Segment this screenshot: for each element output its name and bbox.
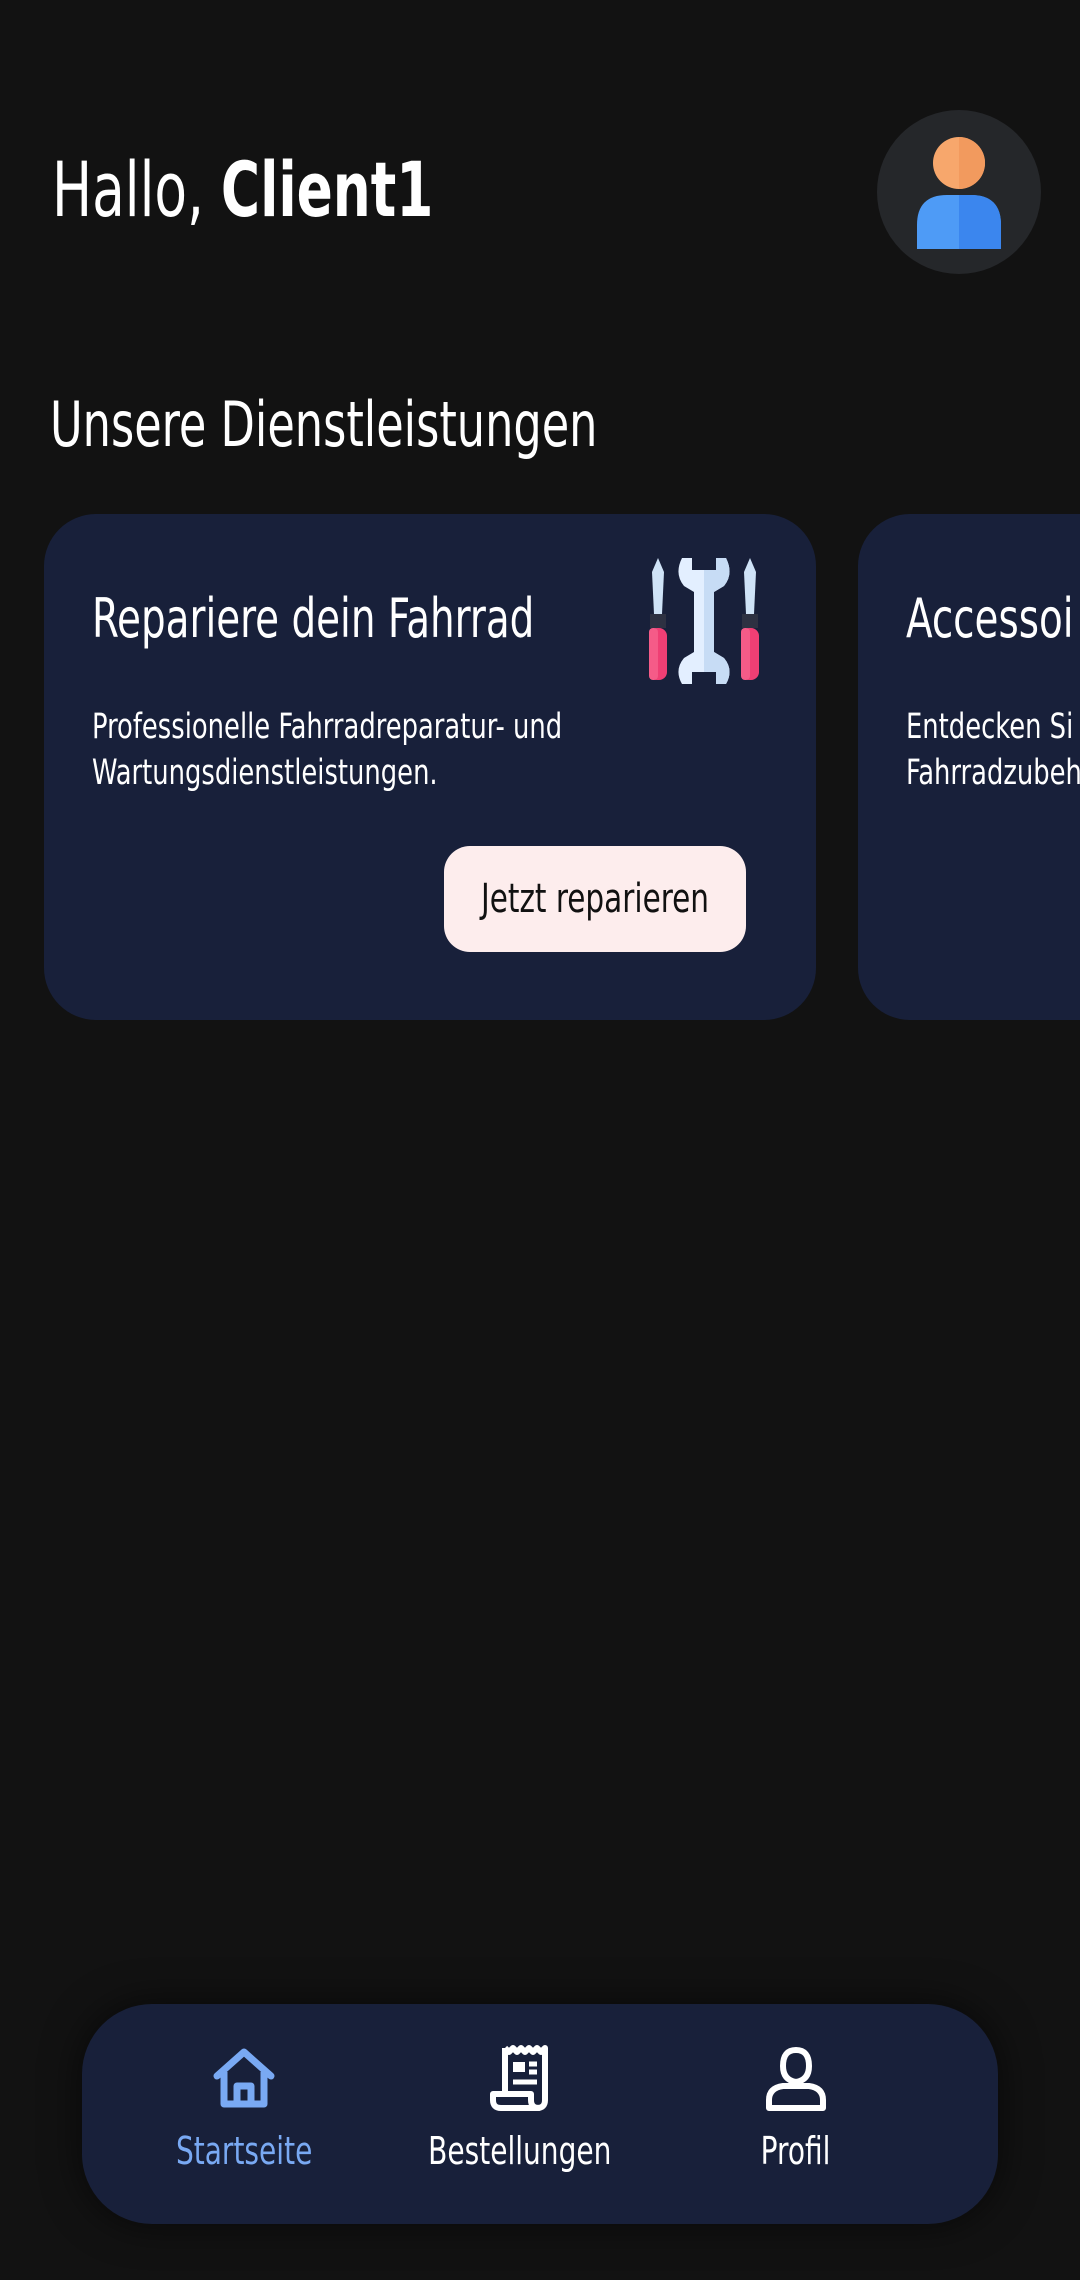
greeting: Hallo, Client1 — [52, 140, 433, 240]
section-title: Unsere Dienstleistungen — [50, 388, 598, 461]
avatar-icon — [917, 137, 1001, 249]
home-screen: Hallo, Client1 Unsere Dienstleistungen R… — [0, 0, 1080, 2280]
service-card-description: Professionelle Fahrradreparatur- und War… — [92, 707, 563, 793]
nav-label: Bestellungen — [428, 2129, 612, 2173]
receipt-icon — [490, 2045, 548, 2111]
nav-item-orders[interactable]: Bestellungen — [410, 2044, 630, 2194]
home-icon — [213, 2048, 275, 2108]
nav-item-profile[interactable]: Profil — [686, 2044, 906, 2194]
greeting-prefix: Hallo, — [52, 145, 221, 234]
service-card-description: Entdecken Si Fahrradzubeh — [906, 704, 1080, 796]
user-name: Client1 — [220, 145, 434, 234]
repair-now-label: Jetzt reparieren — [481, 876, 709, 922]
service-card-repair[interactable]: Repariere dein Fahrrad Professionelle Fa… — [44, 514, 816, 1020]
description-line: Entdecken Si — [906, 707, 1074, 747]
nav-label: Profil — [761, 2129, 831, 2173]
nav-label: Startseite — [175, 2129, 313, 2173]
service-card-accessories[interactable]: Accessoi Entdecken Si Fahrradzubeh — [858, 514, 1080, 1020]
profile-avatar-button[interactable] — [877, 110, 1041, 274]
nav-item-home[interactable]: Startseite — [134, 2044, 354, 2194]
bottom-navigation: Startseite Bestellungen Profil — [82, 2004, 998, 2224]
service-card-title: Accessoi — [906, 587, 1074, 650]
user-icon — [766, 2046, 826, 2111]
description-line: Fahrradzubeh — [906, 753, 1080, 793]
services-carousel[interactable]: Repariere dein Fahrrad Professionelle Fa… — [0, 514, 1080, 1020]
service-card-title: Repariere dein Fahrrad — [92, 587, 535, 650]
tools-icon — [649, 558, 759, 684]
repair-now-button[interactable]: Jetzt reparieren — [444, 846, 746, 952]
